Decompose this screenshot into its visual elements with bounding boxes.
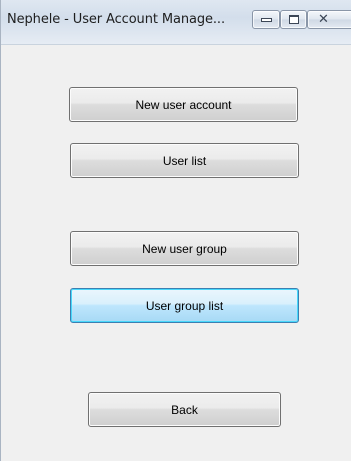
maximize-button[interactable] [280, 10, 307, 29]
minimize-icon [261, 18, 272, 22]
close-icon: ✕ [318, 12, 329, 27]
back-button[interactable]: Back [88, 392, 281, 427]
maximize-icon [289, 15, 299, 24]
user-group-list-button[interactable]: User group list [70, 288, 299, 323]
user-list-button[interactable]: User list [70, 143, 299, 178]
minimize-button[interactable] [252, 10, 280, 29]
title-bar[interactable]: Nephele - User Account Manage... ✕ [1, 0, 351, 45]
close-button[interactable]: ✕ [307, 10, 351, 29]
window-title: Nephele - User Account Manage... [7, 12, 225, 27]
app-window: Nephele - User Account Manage... ✕ New u… [0, 0, 351, 461]
new-user-group-button[interactable]: New user group [70, 231, 299, 266]
client-area: New user account User list New user grou… [1, 45, 351, 461]
new-user-account-button[interactable]: New user account [69, 87, 298, 122]
